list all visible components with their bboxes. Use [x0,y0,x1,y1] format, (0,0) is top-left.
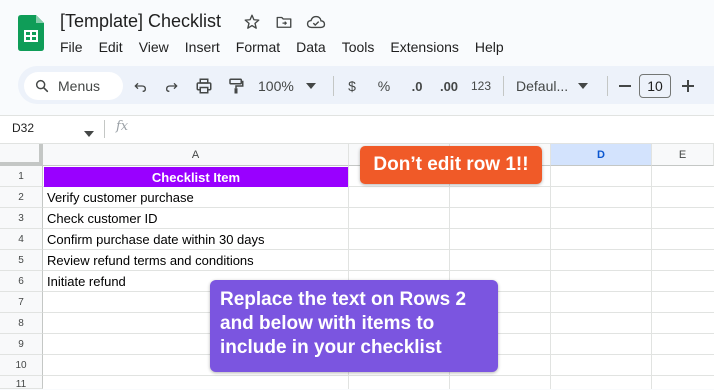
cell-a3[interactable]: Check customer ID [47,208,158,229]
row-header[interactable]: 11 [0,376,43,390]
currency-format-button[interactable]: $ [342,74,362,98]
row-header[interactable]: 8 [0,313,43,334]
row-header[interactable]: 4 [0,229,43,250]
chevron-down-icon [578,83,589,89]
cell-a2[interactable]: Verify customer purchase [47,187,194,208]
column-header-a[interactable]: A [43,144,349,166]
formula-bar [0,115,714,144]
row-header[interactable]: 2 [0,187,43,208]
redo-icon[interactable] [162,74,182,98]
warning-callout: Don’t edit row 1!! [360,146,542,184]
instruction-callout: Replace the text on Rows 2 and below wit… [210,280,498,372]
decrease-decimals-label: .0 [411,78,423,94]
gridline [43,375,714,376]
menu-edit[interactable]: Edit [91,38,131,56]
toolbar-divider [607,76,608,96]
menu-view[interactable]: View [131,38,177,56]
undo-icon[interactable] [130,74,150,98]
increase-decimals-label: .00 [439,78,459,94]
decrease-decimals-button[interactable]: .0 [404,74,430,98]
cell-a6[interactable]: Initiate refund [47,271,126,292]
formula-divider [104,120,105,138]
column-header-e[interactable]: E [652,144,714,166]
select-all-corner[interactable] [0,144,43,166]
sheets-logo-icon[interactable] [18,15,44,51]
menu-format[interactable]: Format [228,38,288,56]
cell-a4[interactable]: Confirm purchase date within 30 days [47,229,265,250]
row-header[interactable]: 5 [0,250,43,271]
move-to-folder-icon[interactable] [274,12,294,32]
menu-bar: File Edit View Insert Format Data Tools … [52,38,512,56]
menu-data[interactable]: Data [288,38,334,56]
chevron-down-icon[interactable] [84,124,94,137]
increase-font-size-icon[interactable] [679,74,697,98]
name-box[interactable]: D32 [12,121,34,135]
print-icon[interactable] [194,74,214,98]
paint-format-icon[interactable] [226,74,246,98]
menu-extensions[interactable]: Extensions [382,38,466,56]
document-title[interactable]: [Template] Checklist [60,11,221,32]
fx-icon: fx [116,119,129,134]
row-header[interactable]: 7 [0,292,43,313]
star-icon[interactable] [242,12,262,32]
menu-file[interactable]: File [52,38,91,56]
row-header[interactable]: 1 [0,166,43,187]
menu-help[interactable]: Help [467,38,512,56]
cell-a5[interactable]: Review refund terms and conditions [47,250,254,271]
gridline [651,166,652,389]
search-menus-button[interactable]: Menus [24,72,123,100]
chevron-down-icon [305,83,316,89]
gridline [550,166,551,389]
column-header-d[interactable]: D [551,144,652,166]
zoom-select[interactable]: 100% [258,74,322,98]
row-header[interactable]: 3 [0,208,43,229]
toolbar-divider [333,76,334,96]
cell-a1-header[interactable]: Checklist Item [44,167,348,187]
font-size-input[interactable]: 10 [639,74,671,98]
cloud-status-icon[interactable] [306,12,326,32]
decrease-font-size-icon[interactable] [616,74,634,98]
search-icon [35,79,49,93]
row-header[interactable]: 9 [0,334,43,355]
number-format-button[interactable]: 123 [468,74,494,98]
font-family-select[interactable]: Defaul... [516,74,596,98]
toolbar-divider [503,76,504,96]
font-family-value: Defaul... [516,78,569,94]
menu-insert[interactable]: Insert [177,38,228,56]
search-menus-label: Menus [58,78,101,94]
row-header[interactable]: 10 [0,355,43,376]
increase-decimals-button[interactable]: .00 [436,74,462,98]
row-header[interactable]: 6 [0,271,43,292]
menu-tools[interactable]: Tools [334,38,383,56]
zoom-value: 100% [258,78,294,94]
percent-format-button[interactable]: % [374,74,394,98]
